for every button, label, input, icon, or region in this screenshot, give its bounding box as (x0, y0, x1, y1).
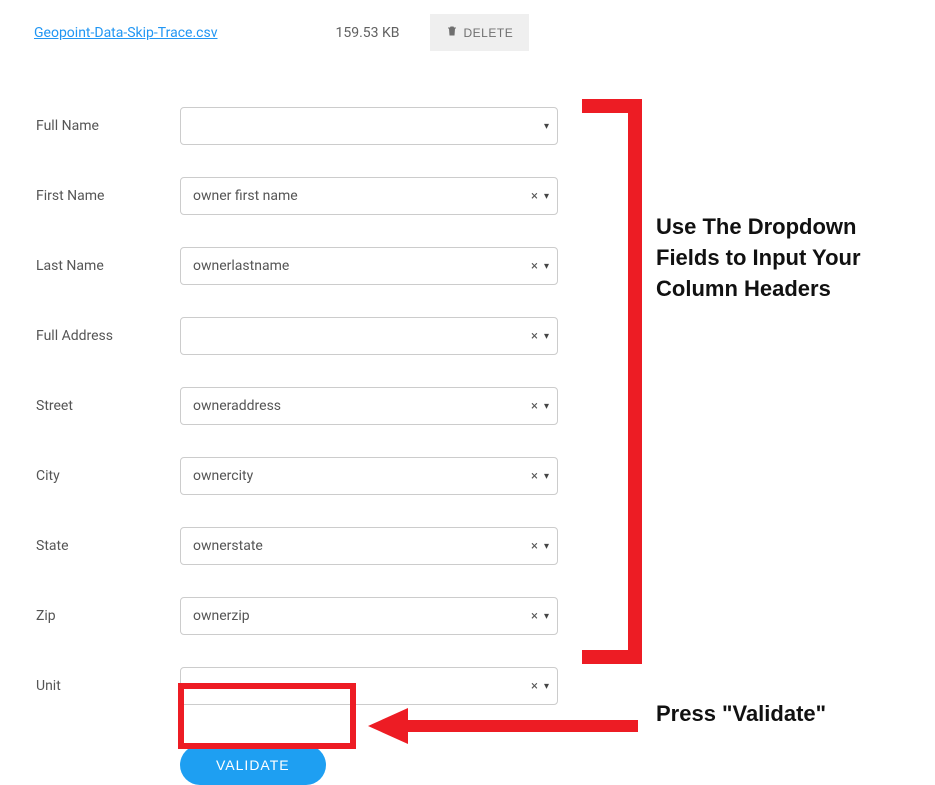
field-label-street: Street (36, 398, 180, 414)
chevron-down-icon: ▾ (544, 541, 549, 552)
field-label-full-address: Full Address (36, 328, 180, 344)
validate-button[interactable]: VALIDATE (180, 745, 326, 785)
dropdown-value: owner first name (193, 188, 531, 204)
dropdown-value: owneraddress (193, 398, 531, 414)
clear-icon[interactable]: × (531, 399, 538, 414)
delete-label: DELETE (464, 26, 514, 40)
dropdown-unit[interactable]: ×▾ (180, 667, 558, 705)
clear-icon[interactable]: × (531, 329, 538, 344)
field-label-last-name: Last Name (36, 258, 180, 274)
dropdown-value: ownerzip (193, 608, 531, 624)
dropdown-first-name[interactable]: owner first name× ▾ (180, 177, 558, 215)
field-row-unit: Unit×▾ (36, 667, 935, 705)
filename-link[interactable]: Geopoint-Data-Skip-Trace.csv (34, 25, 218, 41)
field-row-street: Street owneraddress× ▾ (36, 387, 935, 425)
chevron-down-icon: ▾ (544, 191, 549, 202)
clear-icon[interactable]: × (531, 189, 538, 204)
dropdown-value: ownercity (193, 468, 531, 484)
dropdown-city[interactable]: ownercity× ▾ (180, 457, 558, 495)
field-row-city: City ownercity× ▾ (36, 457, 935, 495)
field-label-unit: Unit (36, 678, 180, 694)
clear-icon[interactable]: × (531, 609, 538, 624)
dropdown-state[interactable]: ownerstate× ▾ (180, 527, 558, 565)
clear-icon[interactable]: × (531, 539, 538, 554)
field-label-full-name: Full Name (36, 118, 180, 134)
clear-icon[interactable]: × (531, 469, 538, 484)
field-label-city: City (36, 468, 180, 484)
dropdown-full-address[interactable]: ×▾ (180, 317, 558, 355)
field-label-zip: Zip (36, 608, 180, 624)
annotation-bracket-text: Use The Dropdown Fields to Input Your Co… (656, 212, 886, 304)
dropdown-zip[interactable]: ownerzip× ▾ (180, 597, 558, 635)
dropdown-value: ownerlastname (193, 258, 531, 274)
field-label-first-name: First Name (36, 188, 180, 204)
clear-icon[interactable]: × (531, 259, 538, 274)
dropdown-value: ownerstate (193, 538, 531, 554)
trash-icon (446, 24, 458, 41)
field-row-zip: Zip ownerzip× ▾ (36, 597, 935, 635)
field-row-first-name: First Name owner first name× ▾ (36, 177, 935, 215)
dropdown-last-name[interactable]: ownerlastname× ▾ (180, 247, 558, 285)
dropdown-street[interactable]: owneraddress× ▾ (180, 387, 558, 425)
chevron-down-icon: ▾ (544, 611, 549, 622)
annotation-arrow-text: Press "Validate" (656, 701, 826, 727)
file-header: Geopoint-Data-Skip-Trace.csv 159.53 KB D… (0, 0, 935, 51)
chevron-down-icon: ▾ (544, 331, 549, 342)
field-row-full-address: Full Address×▾ (36, 317, 935, 355)
field-label-state: State (36, 538, 180, 554)
delete-button[interactable]: DELETE (430, 14, 530, 51)
dropdown-full-name[interactable]: ▾ (180, 107, 558, 145)
chevron-down-icon: ▾ (544, 681, 549, 692)
field-row-state: State ownerstate× ▾ (36, 527, 935, 565)
clear-icon[interactable]: × (531, 679, 538, 694)
chevron-down-icon: ▾ (544, 261, 549, 272)
file-size: 159.53 KB (336, 25, 400, 41)
chevron-down-icon: ▾ (544, 401, 549, 412)
mapping-form: Full Name▾First Nameowner first name×▾La… (0, 51, 935, 785)
field-row-full-name: Full Name ▾ (36, 107, 935, 145)
chevron-down-icon: ▾ (544, 121, 549, 132)
chevron-down-icon: ▾ (544, 471, 549, 482)
